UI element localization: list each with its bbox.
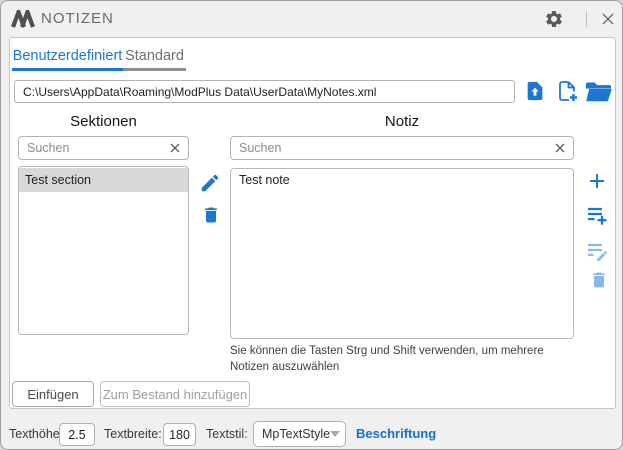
add-multiple-icon: [585, 203, 609, 227]
delete-section-button[interactable]: [199, 203, 223, 227]
text-style-value: MpTextStyle: [262, 427, 330, 441]
sections-list[interactable]: Test section: [18, 166, 189, 335]
file-upload-icon: [524, 80, 546, 102]
file-path-input[interactable]: [14, 80, 515, 103]
notes-header: Notiz: [230, 113, 574, 130]
sections-search: [18, 136, 189, 160]
folder-browse-button[interactable]: [585, 81, 613, 102]
tab-standard[interactable]: Standard: [123, 45, 186, 75]
file-add-icon: [555, 79, 579, 103]
close-icon: [600, 11, 616, 27]
edit-icon: [199, 172, 221, 194]
tab-benutzerdefiniert[interactable]: Benutzerdefiniert: [12, 45, 123, 75]
tab-underline: [12, 68, 123, 71]
note-text-area[interactable]: Test note: [230, 168, 574, 339]
tab-underline: [123, 68, 186, 71]
edit-multiple-icon: [585, 239, 609, 263]
footer-bar: Texthöhe: Textbreite: Textstil: MpTextSt…: [1, 409, 622, 450]
add-to-stock-button[interactable]: Zum Bestand hinzufügen: [100, 381, 250, 407]
notizen-window: NOTIZEN Benutzerdefiniert: [0, 0, 623, 450]
clear-x-icon: [554, 142, 566, 154]
sections-search-clear-button[interactable]: [165, 138, 185, 158]
text-style-label: Textstil:: [206, 427, 248, 441]
chevron-down-icon: [330, 431, 340, 437]
settings-button[interactable]: [542, 8, 566, 30]
window-title: NOTIZEN: [41, 10, 114, 27]
add-note-button[interactable]: [585, 169, 609, 193]
insert-button[interactable]: Einfügen: [12, 381, 94, 407]
sections-header: Sektionen: [18, 113, 189, 130]
tab-label: Standard: [125, 48, 184, 64]
main-panel: Benutzerdefiniert Standard: [9, 37, 616, 409]
text-width-input[interactable]: [163, 423, 196, 446]
add-icon: [587, 171, 607, 191]
titlebar: NOTIZEN: [1, 1, 622, 37]
sections-search-input[interactable]: [18, 136, 189, 160]
trash-icon: [201, 205, 221, 225]
text-height-label: Texthöhe:: [9, 427, 63, 441]
text-width-label: Textbreite:: [104, 427, 162, 441]
gear-icon: [544, 9, 564, 29]
list-item[interactable]: Test section: [19, 168, 188, 192]
edit-multiple-notes-button[interactable]: [584, 238, 610, 264]
trash-icon: [589, 270, 609, 290]
titlebar-separator: [586, 11, 587, 27]
text-style-dropdown[interactable]: MpTextStyle: [253, 421, 346, 447]
multi-select-hint: Sie können die Tasten Strg und Shift ver…: [230, 343, 578, 375]
notes-search: [230, 136, 574, 160]
edit-section-button[interactable]: [198, 171, 222, 195]
file-upload-button[interactable]: [523, 79, 547, 103]
tab-bar: Benutzerdefiniert Standard: [12, 45, 186, 75]
notes-search-input[interactable]: [230, 136, 574, 160]
delete-note-button[interactable]: [587, 268, 611, 292]
notes-search-clear-button[interactable]: [550, 138, 570, 158]
text-height-input[interactable]: [59, 423, 95, 446]
file-add-button[interactable]: [555, 79, 579, 103]
modplus-logo-icon: [11, 10, 35, 28]
tab-label: Benutzerdefiniert: [13, 48, 123, 64]
folder-open-icon: [585, 81, 613, 102]
clear-x-icon: [169, 142, 181, 154]
add-multiple-notes-button[interactable]: [584, 202, 610, 228]
close-button[interactable]: [596, 8, 620, 30]
annotation-link[interactable]: Beschriftung: [356, 426, 436, 441]
